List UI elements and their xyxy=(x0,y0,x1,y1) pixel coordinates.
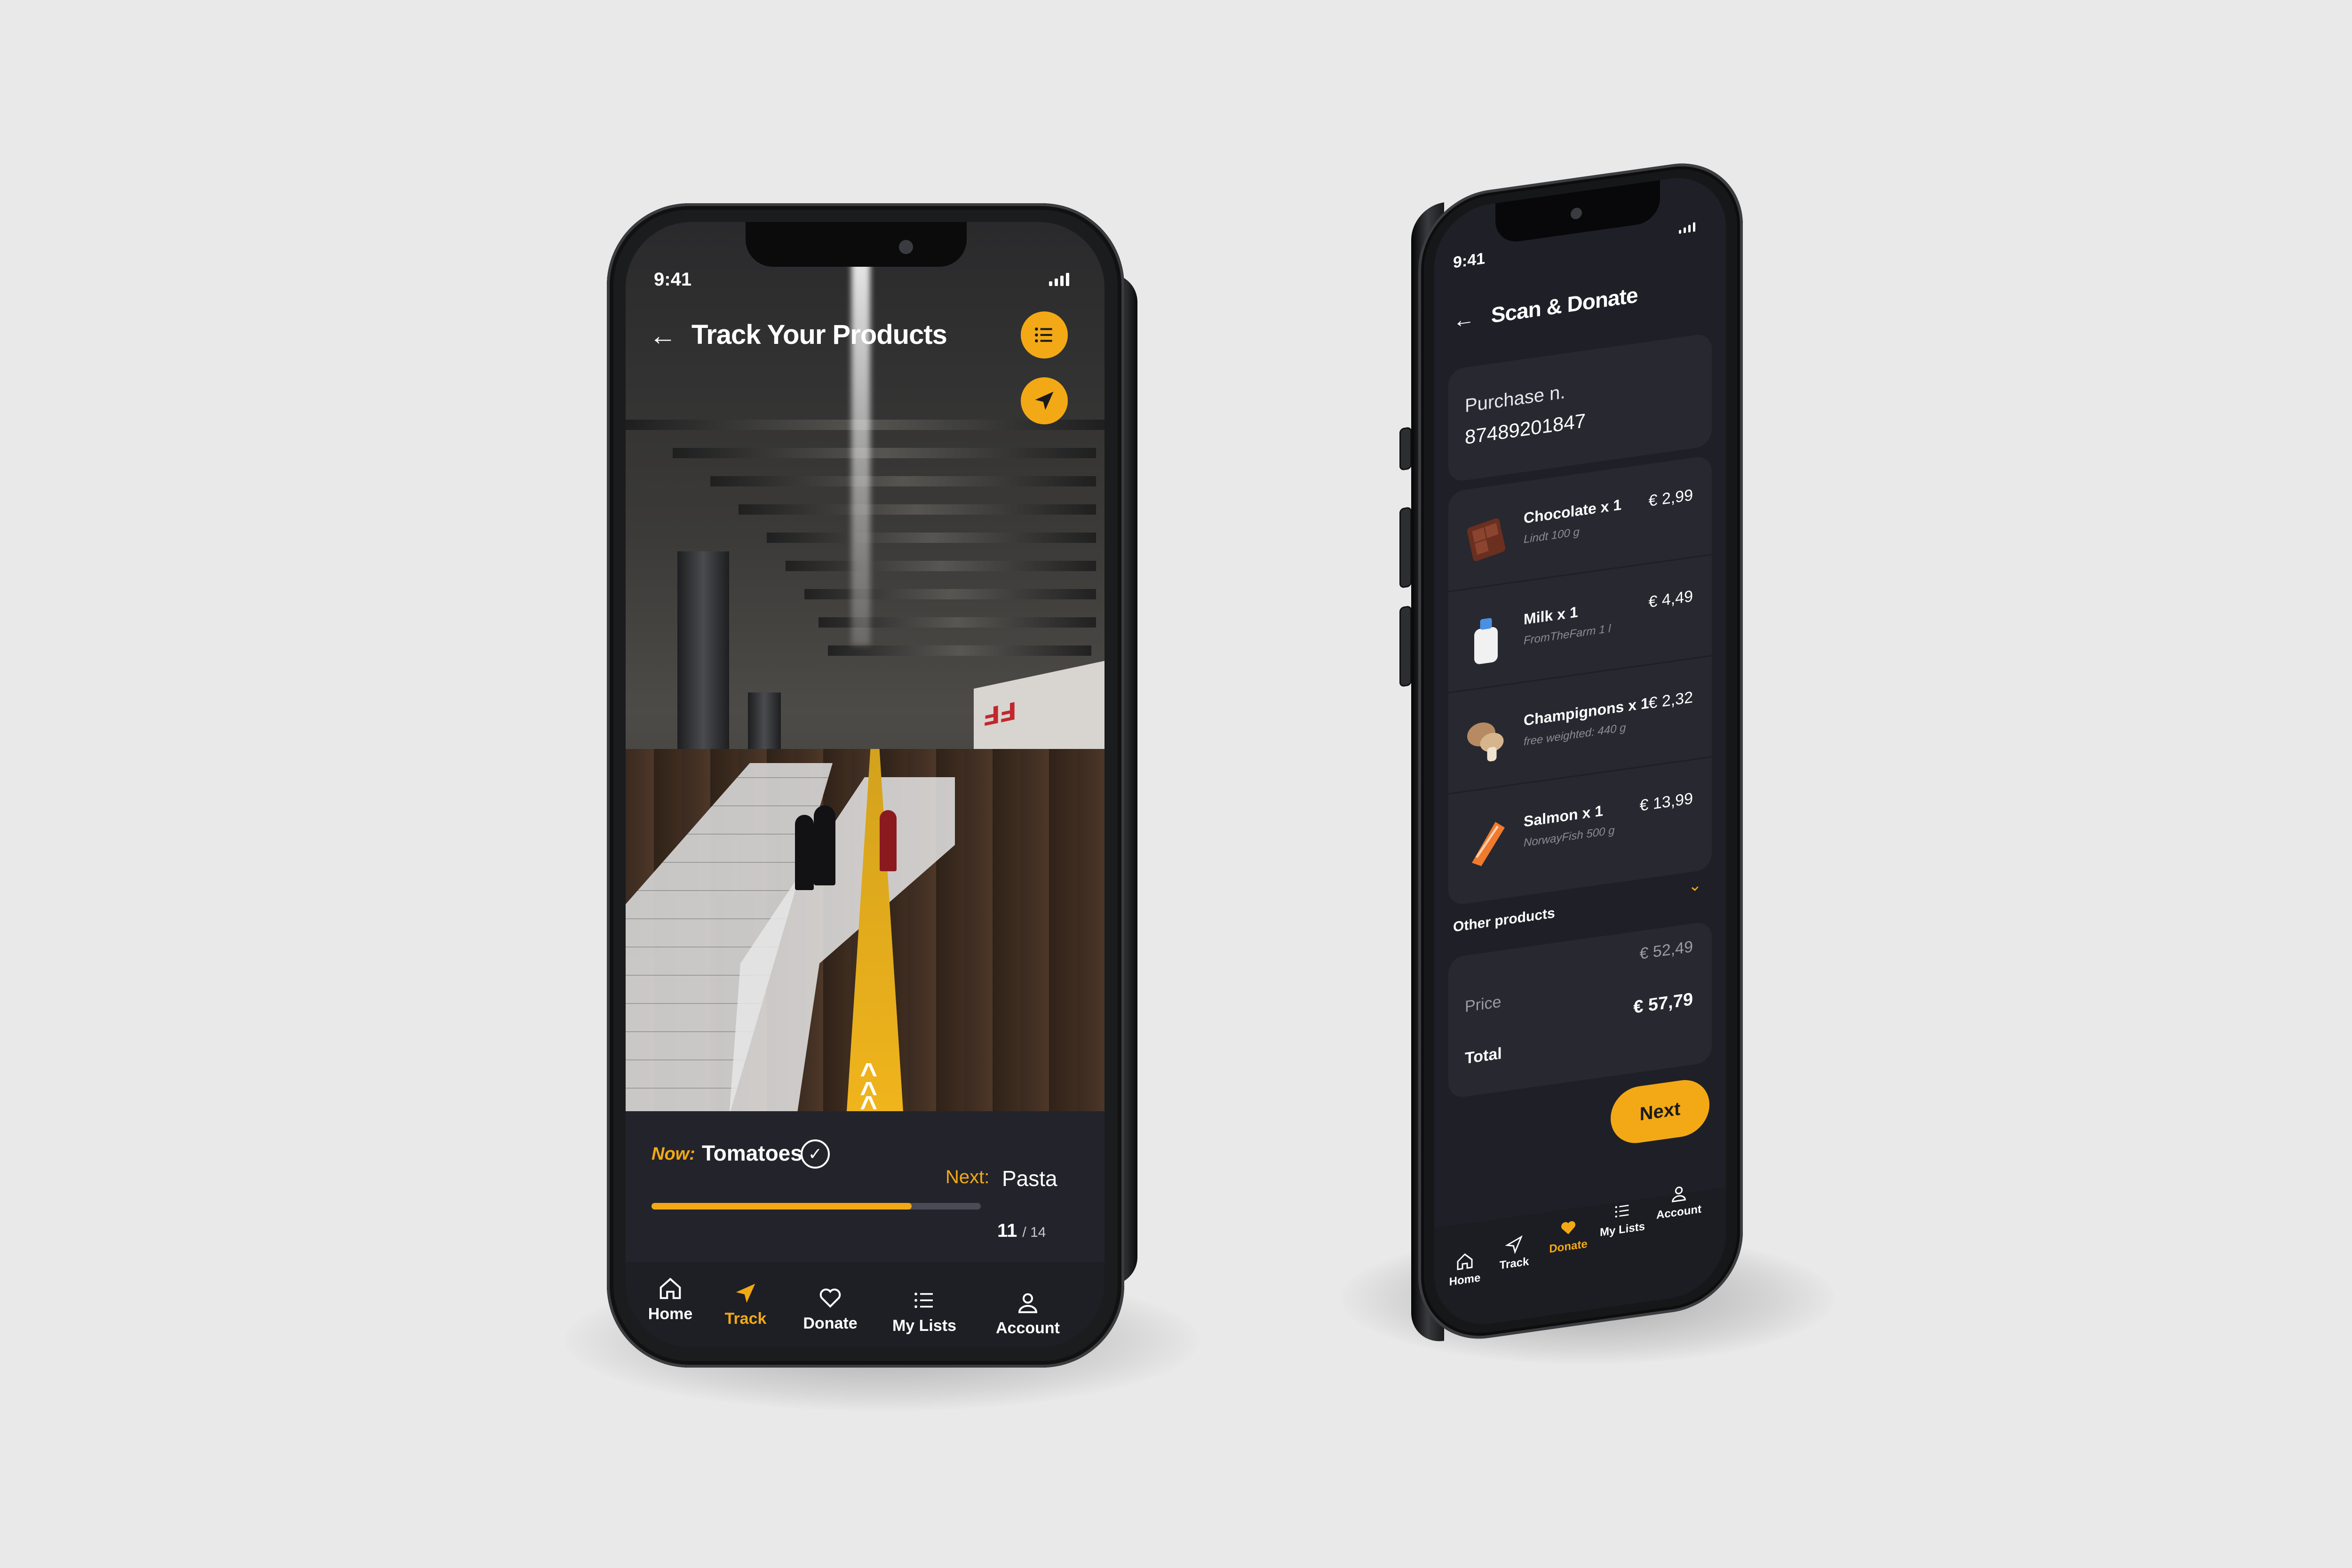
signal-icon xyxy=(1049,273,1069,286)
nav-account[interactable]: Account xyxy=(988,1290,1068,1337)
current-count: 11 xyxy=(997,1220,1017,1241)
nav-my-lists[interactable]: My Lists xyxy=(1597,1198,1648,1240)
salmon-icon xyxy=(1472,821,1505,867)
nav-account-label: Account xyxy=(996,1319,1060,1337)
now-label: Now: xyxy=(652,1144,695,1164)
nav-home-label: Home xyxy=(648,1305,693,1323)
camera-icon xyxy=(1571,207,1582,220)
next-button[interactable]: Next xyxy=(1611,1076,1709,1147)
silent-switch xyxy=(1399,426,1412,471)
item-name: Salmon x 1 xyxy=(1524,802,1603,830)
home-icon xyxy=(660,1278,681,1299)
user-icon xyxy=(1672,1186,1686,1202)
nav-track-label: Track xyxy=(1499,1255,1529,1272)
milk-bottle-icon xyxy=(1474,618,1498,664)
next-label: Next: xyxy=(946,1167,990,1187)
next-item: Pasta xyxy=(1002,1166,1057,1191)
signal-icon xyxy=(1679,222,1695,234)
list-button[interactable] xyxy=(1021,311,1068,358)
list-icon xyxy=(914,1292,933,1308)
now-item: Tomatoes xyxy=(702,1141,803,1165)
list-icon xyxy=(1615,1204,1629,1218)
nav-track[interactable]: Track xyxy=(720,1281,771,1328)
progress-fill xyxy=(652,1203,912,1210)
nav-account-label: Account xyxy=(1656,1202,1701,1222)
purchase-label: Purchase n. xyxy=(1465,382,1565,417)
user-icon xyxy=(1018,1293,1038,1313)
volume-up-button xyxy=(1399,506,1412,589)
navigate-button[interactable] xyxy=(1021,377,1068,424)
ceiling-light xyxy=(851,222,870,645)
bottom-nav: Home Track Donate My Lists Account xyxy=(1434,1186,1726,1332)
nav-track[interactable]: Track xyxy=(1493,1233,1535,1274)
totals-card: Price € 52,49 Total € 57,79 xyxy=(1448,921,1712,1099)
page-title: Scan & Donate xyxy=(1491,282,1638,328)
items-list: Chocolate x 1 Lindt 100 g € 2,99 Milk x … xyxy=(1448,455,1712,907)
item-price: € 13,99 xyxy=(1639,789,1693,815)
volume-down-button xyxy=(1399,605,1412,687)
back-button[interactable]: ← xyxy=(1453,305,1480,333)
list-icon xyxy=(1035,327,1052,342)
tracking-panel: Now: Tomatoes ✓ Next: Pasta 11 / 14 xyxy=(626,1111,1104,1262)
other-products-toggle[interactable]: Other products xyxy=(1453,905,1555,935)
purchase-number: 87489201847 xyxy=(1465,409,1586,449)
item-counter: 11 / 14 xyxy=(997,1220,1046,1242)
navigation-arrow-icon xyxy=(1035,391,1054,410)
notch xyxy=(1495,180,1660,245)
nav-donate[interactable]: Donate xyxy=(800,1285,861,1333)
progress-bar xyxy=(652,1203,981,1210)
nav-donate[interactable]: Donate xyxy=(1542,1215,1594,1257)
status-time: 9:41 xyxy=(654,269,692,290)
item-price: € 2,32 xyxy=(1648,688,1693,713)
home-icon xyxy=(1457,1253,1473,1270)
item-name: Milk x 1 xyxy=(1524,603,1578,628)
item-price: € 4,49 xyxy=(1648,587,1693,612)
price-label: Price xyxy=(1465,993,1502,1016)
nav-my-lists-label: My Lists xyxy=(892,1317,957,1335)
nav-home[interactable]: Home xyxy=(644,1276,696,1323)
nav-home-label: Home xyxy=(1449,1271,1481,1289)
phone-left-side-frame xyxy=(1109,274,1137,1285)
back-button[interactable]: ← xyxy=(649,320,676,351)
status-time: 9:41 xyxy=(1453,249,1486,272)
arrow-left-icon: ← xyxy=(649,320,676,351)
nav-donate-label: Donate xyxy=(1549,1237,1588,1256)
nav-my-lists-label: My Lists xyxy=(1599,1220,1645,1239)
navigation-arrow-icon xyxy=(736,1283,755,1303)
top-bar: ← Scan & Donate xyxy=(1453,282,1637,333)
total-value: € 57,79 xyxy=(1633,989,1693,1018)
nav-donate-label: Donate xyxy=(803,1314,858,1332)
chevron-down-icon[interactable]: ⌄ xyxy=(1688,875,1702,896)
track-screen: 9:41 ⅎⅎ ^ ^ ^ ← Track Your Products Now:… xyxy=(626,222,1104,1347)
total-count: / 14 xyxy=(1022,1225,1046,1240)
total-label: Total xyxy=(1465,1044,1502,1068)
arrow-left-icon: ← xyxy=(1453,305,1474,333)
mushroom-icon xyxy=(1467,722,1504,762)
chocolate-icon xyxy=(1467,518,1506,561)
nav-track-label: Track xyxy=(724,1310,767,1328)
heart-icon xyxy=(1561,1221,1575,1234)
item-detail: Lindt 100 g xyxy=(1524,525,1580,546)
heart-icon xyxy=(819,1288,841,1308)
bottom-nav: Home Track Donate My Lists Account xyxy=(626,1262,1104,1347)
navigation-arrow-icon xyxy=(1505,1235,1523,1254)
item-price: € 2,99 xyxy=(1648,486,1693,510)
phone-right: 9:41 ← Scan & Donate Purchase n. 8748920… xyxy=(1399,154,1743,1348)
nav-account[interactable]: Account xyxy=(1651,1180,1707,1223)
phone-left: 9:41 ⅎⅎ ^ ^ ^ ← Track Your Products Now:… xyxy=(607,203,1137,1368)
check-circle-icon[interactable]: ✓ xyxy=(801,1139,830,1169)
item-name: Champignons x 1 xyxy=(1524,694,1649,729)
nav-my-lists[interactable]: My Lists xyxy=(889,1288,960,1335)
page-title: Track Your Products xyxy=(691,319,947,350)
chevron-up-icon: ^ xyxy=(860,1090,878,1111)
price-value: € 52,49 xyxy=(1639,937,1693,963)
camera-icon xyxy=(899,240,913,254)
item-name: Chocolate x 1 xyxy=(1524,496,1622,527)
donate-screen: 9:41 ← Scan & Donate Purchase n. 8748920… xyxy=(1434,171,1726,1332)
notch xyxy=(746,222,967,267)
nav-home[interactable]: Home xyxy=(1444,1249,1486,1290)
